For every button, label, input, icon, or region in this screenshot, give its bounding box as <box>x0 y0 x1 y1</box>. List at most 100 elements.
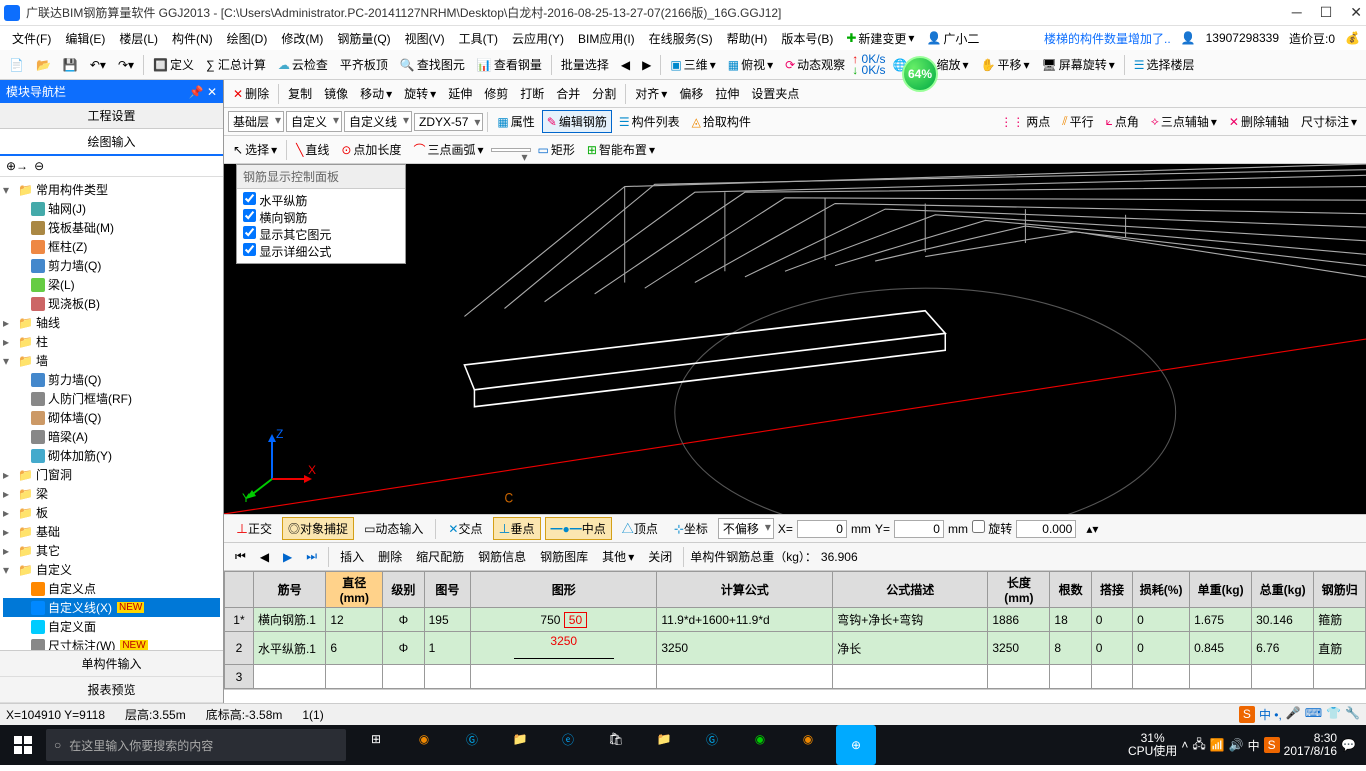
arc-option-dropdown[interactable] <box>491 148 531 152</box>
task-app-green[interactable]: ◉ <box>740 719 780 759</box>
opt-show-formula[interactable]: 显示详细公式 <box>243 243 399 260</box>
next-button[interactable]: ▶ <box>637 55 656 75</box>
tray-clock[interactable]: 8:302017/8/16 <box>1284 732 1337 758</box>
opt-show-others[interactable]: 显示其它图元 <box>243 226 399 243</box>
select-button[interactable]: ↖选择▾ <box>228 138 282 161</box>
move-button[interactable]: 移动▾ <box>355 82 397 105</box>
delete-aux-button[interactable]: ✕删除辅轴 <box>1224 110 1294 133</box>
undo-button[interactable]: ↶▾ <box>85 55 111 75</box>
pick-component-button[interactable]: ◬拾取构件 <box>687 110 756 133</box>
task-app-g[interactable]: Ⓖ <box>692 719 732 759</box>
prev-button[interactable]: ◀ <box>616 55 635 75</box>
table-row[interactable]: 1*横向钢筋.112 Φ195 750 50 11.9*d+1600+11.9*… <box>225 608 1366 632</box>
task-app-orange[interactable]: ◉ <box>788 719 828 759</box>
tree-folder[interactable]: ▸📁 柱 <box>3 332 220 351</box>
top-view-button[interactable]: ▦俯视▾ <box>723 53 778 76</box>
menu-bim[interactable]: BIM应用(I) <box>572 28 641 49</box>
tree-item[interactable]: 砌体加筋(Y) <box>3 446 220 465</box>
task-explorer[interactable]: 📁 <box>644 719 684 759</box>
tray-wifi-icon[interactable]: 📶 <box>1210 738 1225 752</box>
task-app-1[interactable]: ◉ <box>404 719 444 759</box>
base-floor-dropdown[interactable]: 基础层 <box>228 111 284 132</box>
close-button[interactable]: ✕ <box>1350 4 1362 21</box>
rotate-button[interactable]: 旋转▾ <box>399 82 441 105</box>
maximize-button[interactable]: ☐ <box>1320 4 1333 21</box>
merge-button[interactable]: 合并 <box>551 82 585 105</box>
collapse-all-icon[interactable]: ⊖ <box>34 159 44 173</box>
rebar-display-panel[interactable]: 钢筋显示控制面板 水平纵筋 横向钢筋 显示其它图元 显示详细公式 <box>236 164 406 264</box>
line-button[interactable]: ╲直线 <box>291 138 334 161</box>
trim-button[interactable]: 修剪 <box>479 82 513 105</box>
three-point-aux-button[interactable]: ⟡三点辅轴▾ <box>1146 110 1222 133</box>
screen-rotate-button[interactable]: 🖥屏幕旋转▾ <box>1037 53 1120 76</box>
task-app-ggj[interactable]: ⊕ <box>836 725 876 765</box>
opt-horiz-rebar[interactable]: 水平纵筋 <box>243 192 399 209</box>
offset-button[interactable]: 偏移 <box>674 82 708 105</box>
rect-button[interactable]: ▭矩形 <box>533 138 580 161</box>
task-view-icon[interactable]: ⊞ <box>356 719 396 759</box>
extend-button[interactable]: 延伸 <box>443 82 477 105</box>
tree-item[interactable]: 筏板基础(M) <box>3 218 220 237</box>
component-dropdown[interactable]: ZDYX-57 <box>414 113 483 131</box>
taskbar-search[interactable]: ○在这里输入你要搜索的内容 <box>46 729 346 761</box>
menu-component[interactable]: 构件(N) <box>166 28 219 49</box>
new-change-button[interactable]: ✚新建变更▾ <box>841 27 919 50</box>
close-table-button[interactable]: 关闭 <box>643 545 677 568</box>
tree-item[interactable]: 人防门框墙(RF) <box>3 389 220 408</box>
sogou-icon[interactable]: S <box>1239 706 1255 723</box>
align-button[interactable]: 对齐▾ <box>630 82 672 105</box>
table-row[interactable]: 3 <box>225 665 1366 689</box>
tree-item[interactable]: 自定义线(X)NEW <box>3 598 220 617</box>
rebar-info-button[interactable]: 钢筋信息 <box>473 545 531 568</box>
tool-icon[interactable]: 🔧 <box>1345 706 1360 723</box>
smart-layout-button[interactable]: ⊞智能布置▾ <box>582 138 660 161</box>
view-rebar-button[interactable]: 📊查看钢量 <box>472 53 547 76</box>
y-input[interactable] <box>894 520 944 538</box>
orbit-button[interactable]: ⟳动态观察 <box>780 53 850 76</box>
tree-folder[interactable]: ▸📁 梁 <box>3 484 220 503</box>
snap-toggle[interactable]: ◎对象捕捉 <box>282 517 354 540</box>
tree-folder[interactable]: ▸📁 轴线 <box>3 313 220 332</box>
point-length-button[interactable]: ⊙点加长度 <box>336 138 406 161</box>
snap-button[interactable]: 设置夹点 <box>746 82 804 105</box>
intersection-snap[interactable]: ✕交点 <box>442 517 488 540</box>
component-tree[interactable]: ▾📁 常用构件类型 轴网(J) 筏板基础(M) 框柱(Z) 剪力墙(Q) 梁(L… <box>0 177 223 650</box>
menu-online[interactable]: 在线服务(S) <box>643 28 719 49</box>
batch-select-button[interactable]: 批量选择 <box>556 53 614 76</box>
offset-dropdown[interactable]: 不偏移 <box>718 518 774 539</box>
tree-folder[interactable]: ▸📁 其它 <box>3 541 220 560</box>
3d-button[interactable]: ▣三维▾ <box>665 53 720 76</box>
open-button[interactable]: 📂 <box>31 55 56 75</box>
tree-item[interactable]: 框柱(Z) <box>3 237 220 256</box>
tab-single-input[interactable]: 单构件输入 <box>0 651 223 677</box>
perpendicular-snap[interactable]: ⊥垂点 <box>493 517 541 540</box>
task-app-2[interactable]: Ⓖ <box>452 719 492 759</box>
other-button[interactable]: 其他▾ <box>597 545 639 568</box>
rotate-input[interactable] <box>1016 520 1076 538</box>
subcategory-dropdown[interactable]: 自定义线 <box>344 111 412 132</box>
skin-icon[interactable]: 👕 <box>1326 706 1341 723</box>
mic-icon[interactable]: 🎤 <box>1286 706 1301 723</box>
tree-item[interactable]: 轴网(J) <box>3 199 220 218</box>
delete-button[interactable]: ✕删除 <box>228 82 274 105</box>
tray-volume-icon[interactable]: 🔊 <box>1229 738 1244 752</box>
table-row[interactable]: 2水平纵筋.16 Φ1 3250 3250净长 325080 00.8456.7… <box>225 632 1366 665</box>
menu-tools[interactable]: 工具(T) <box>453 28 504 49</box>
x-input[interactable] <box>797 520 847 538</box>
tab-draw-input[interactable]: 绘图输入 <box>0 129 223 156</box>
tree-item[interactable]: 暗梁(A) <box>3 427 220 446</box>
prev-rec-button[interactable]: ◀ <box>255 547 274 567</box>
sidebar-close-icon[interactable]: ✕ <box>207 85 217 99</box>
notice-link[interactable]: 楼梯的构件数量增加了.. <box>1044 30 1171 47</box>
split-button[interactable]: 分割 <box>587 82 621 105</box>
stretch-button[interactable]: 拉伸 <box>710 82 744 105</box>
user-id[interactable]: 13907298339 <box>1206 31 1279 45</box>
new-button[interactable]: 📄 <box>4 55 29 75</box>
tree-folder[interactable]: ▸📁 门窗洞 <box>3 465 220 484</box>
tree-item[interactable]: 砌体墙(Q) <box>3 408 220 427</box>
find-element-button[interactable]: 🔍查找图元 <box>395 53 470 76</box>
first-button[interactable]: ⏮ <box>230 546 251 567</box>
property-button[interactable]: ▦属性 <box>492 110 539 133</box>
tray-ime-icon[interactable]: 中 <box>1248 737 1260 754</box>
point-angle-button[interactable]: ⟀点角 <box>1101 110 1144 133</box>
